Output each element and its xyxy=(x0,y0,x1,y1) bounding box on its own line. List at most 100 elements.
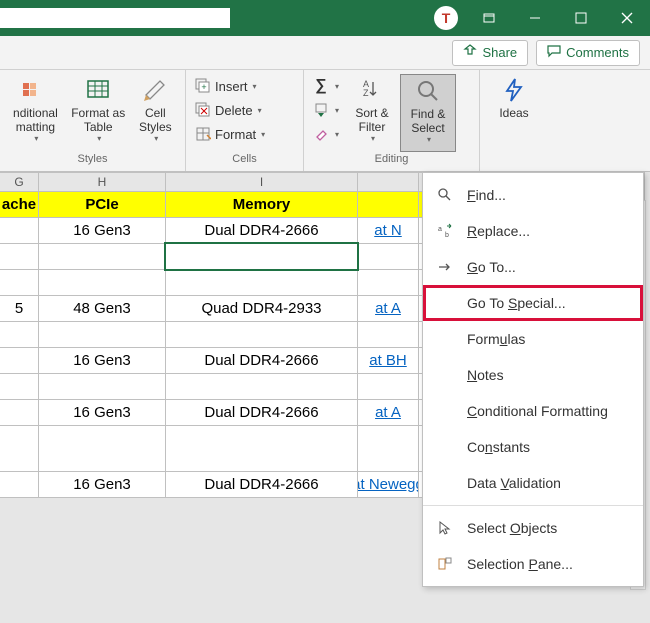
user-avatar[interactable]: T xyxy=(434,6,458,30)
format-button[interactable]: Format ▾ xyxy=(192,122,297,146)
cell[interactable] xyxy=(38,373,166,400)
cell[interactable]: 16 Gen3 xyxy=(38,399,166,426)
cell[interactable] xyxy=(0,269,39,296)
cell[interactable]: Dual DDR4-2666 xyxy=(165,217,358,244)
menu-selection-pane[interactable]: Selection Pane... xyxy=(423,546,643,582)
find-select-button[interactable]: Find & Select ▾ xyxy=(400,74,456,152)
conditional-formatting-button[interactable]: nditional matting ▾ xyxy=(6,74,65,152)
menu-data-validation[interactable]: Data Validation xyxy=(423,465,643,501)
cell[interactable] xyxy=(357,321,419,348)
menu-notes[interactable]: Notes xyxy=(423,357,643,393)
cell-link[interactable]: at N xyxy=(357,217,419,244)
cell[interactable] xyxy=(0,217,39,244)
menu-conditional-formatting[interactable]: Conditional Formatting xyxy=(423,393,643,429)
clear-button[interactable]: ▾ xyxy=(310,122,344,146)
column-header[interactable]: H xyxy=(38,172,166,192)
menu-replace[interactable]: ab Replace... xyxy=(423,213,643,249)
svg-text:Z: Z xyxy=(363,88,369,98)
header-cell[interactable] xyxy=(357,191,419,218)
cell[interactable] xyxy=(0,425,39,472)
header-cell[interactable]: Memory xyxy=(165,191,358,218)
cell[interactable] xyxy=(0,399,39,426)
maximize-button[interactable] xyxy=(558,0,604,36)
cell[interactable] xyxy=(357,269,419,296)
cell[interactable] xyxy=(38,321,166,348)
sort-filter-button[interactable]: AZ Sort & Filter ▾ xyxy=(346,74,398,152)
cell[interactable] xyxy=(0,373,39,400)
comment-icon xyxy=(547,44,561,61)
cell-link[interactable]: at Newegg xyxy=(357,471,419,498)
cell[interactable]: 16 Gen3 xyxy=(38,217,166,244)
format-as-table-button[interactable]: Format as Table ▾ xyxy=(69,74,128,152)
menu-constants[interactable]: Constants xyxy=(423,429,643,465)
find-select-menu: Find... ab Replace... Go To... Go To Spe… xyxy=(422,172,644,587)
cell[interactable] xyxy=(357,425,419,472)
cell[interactable]: Dual DDR4-2666 xyxy=(165,399,358,426)
cell[interactable]: 16 Gen3 xyxy=(38,347,166,374)
insert-button[interactable]: + Insert ▾ xyxy=(192,74,297,98)
cell[interactable] xyxy=(0,243,39,270)
cell[interactable] xyxy=(0,321,39,348)
cell[interactable] xyxy=(165,321,358,348)
chevron-down-icon: ▾ xyxy=(34,134,38,143)
group-label-cells: Cells xyxy=(186,153,303,171)
fill-button[interactable]: ▾ xyxy=(310,98,344,122)
cell-link[interactable]: at A xyxy=(357,295,419,322)
autosum-button[interactable]: ∑▾ xyxy=(310,74,344,98)
chevron-down-icon: ▾ xyxy=(253,82,257,91)
menu-separator xyxy=(423,505,643,506)
menu-goto-special[interactable]: Go To Special... xyxy=(423,285,643,321)
cell[interactable] xyxy=(38,243,166,270)
cell[interactable] xyxy=(38,425,166,472)
chevron-down-icon: ▾ xyxy=(154,134,158,143)
group-label-styles: Styles xyxy=(0,153,185,171)
column-header[interactable]: I xyxy=(165,172,358,192)
column-header[interactable] xyxy=(357,172,419,192)
selection-pane-icon xyxy=(435,554,455,574)
cell[interactable]: 5 xyxy=(0,295,39,322)
cell[interactable]: Dual DDR4-2666 xyxy=(165,347,358,374)
menu-goto[interactable]: Go To... xyxy=(423,249,643,285)
title-bar: T xyxy=(0,0,650,36)
cell[interactable] xyxy=(165,373,358,400)
cell-styles-button[interactable]: Cell Styles ▾ xyxy=(132,74,179,152)
arrow-right-icon xyxy=(435,257,455,277)
ideas-button[interactable]: Ideas xyxy=(486,74,542,152)
cursor-icon xyxy=(435,518,455,538)
chevron-down-icon: ▾ xyxy=(371,134,375,143)
cell[interactable] xyxy=(165,425,358,472)
svg-text:a: a xyxy=(438,226,442,233)
cell[interactable]: 16 Gen3 xyxy=(38,471,166,498)
cell[interactable]: 48 Gen3 xyxy=(38,295,166,322)
svg-text:b: b xyxy=(445,232,449,239)
minimize-button[interactable] xyxy=(512,0,558,36)
ribbon: nditional matting ▾ Format as Table ▾ Ce… xyxy=(0,70,650,172)
share-toolbar: Share Comments xyxy=(0,36,650,70)
cell[interactable]: Quad DDR4-2933 xyxy=(165,295,358,322)
menu-select-objects[interactable]: Select Objects xyxy=(423,510,643,546)
cell-link[interactable]: at A xyxy=(357,399,419,426)
cell[interactable]: Dual DDR4-2666 xyxy=(165,471,358,498)
cell[interactable] xyxy=(357,243,419,270)
cell-link[interactable]: at BH xyxy=(357,347,419,374)
cell[interactable] xyxy=(0,347,39,374)
chevron-down-icon: ▾ xyxy=(97,134,101,143)
cell[interactable] xyxy=(0,471,39,498)
menu-find[interactable]: Find... xyxy=(423,177,643,213)
column-header[interactable]: G xyxy=(0,172,39,192)
delete-button[interactable]: Delete ▾ xyxy=(192,98,297,122)
cell[interactable] xyxy=(165,269,358,296)
menu-formulas[interactable]: Formulas xyxy=(423,321,643,357)
fill-down-icon xyxy=(312,101,330,119)
header-cell[interactable]: ache xyxy=(0,191,39,218)
formula-bar-input[interactable] xyxy=(0,8,230,28)
cell[interactable] xyxy=(38,269,166,296)
close-button[interactable] xyxy=(604,0,650,36)
share-button[interactable]: Share xyxy=(452,40,528,66)
header-cell[interactable]: PCIe xyxy=(38,191,166,218)
comments-button[interactable]: Comments xyxy=(536,40,640,66)
eraser-icon xyxy=(312,125,330,143)
cell[interactable] xyxy=(165,243,358,270)
cell[interactable] xyxy=(357,373,419,400)
ribbon-display-options-icon[interactable] xyxy=(466,0,512,36)
